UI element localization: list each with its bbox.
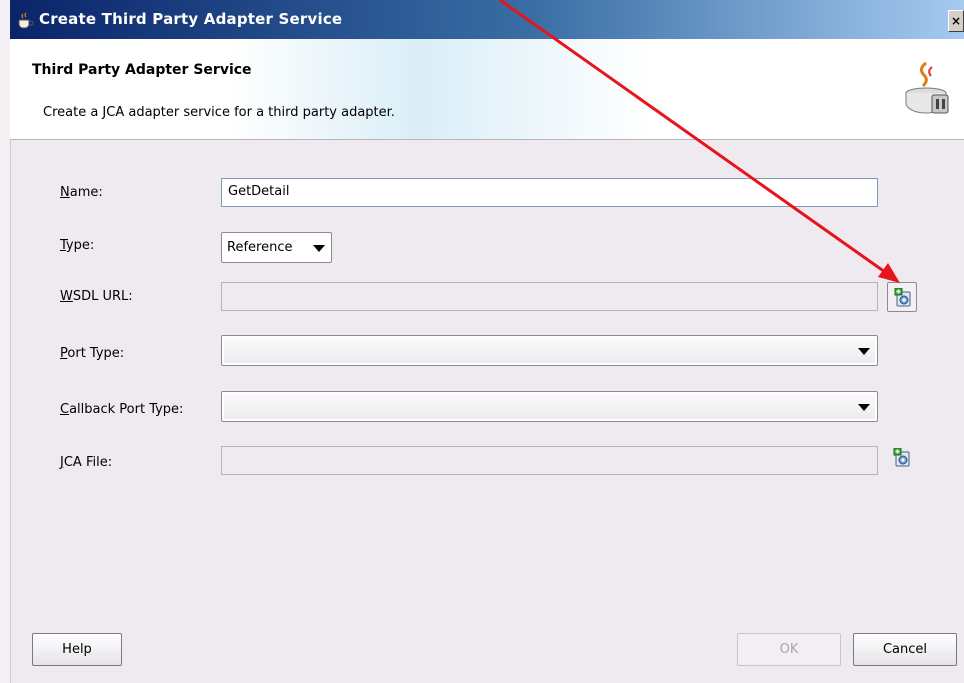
cancel-button[interactable]: Cancel [853,633,957,666]
coffee-cup-icon [18,12,34,29]
browse-add-icon [893,448,910,467]
close-button[interactable]: × [948,10,964,32]
create-third-party-adapter-dialog: Create Third Party Adapter Service × Thi… [0,0,964,683]
jca-file-field [221,446,878,475]
wsdl-url-label: WSDL URL: [60,289,133,304]
port-type-label: Port Type: [60,346,125,361]
help-button[interactable]: Help [32,633,122,666]
annotation-arrow-head [878,263,900,283]
title-bar[interactable]: Create Third Party Adapter Service × [10,0,964,39]
type-select-value: Reference [227,240,293,255]
jca-file-label: JCA File: [60,455,113,470]
jca-browse-button[interactable] [887,443,917,473]
callback-port-type-label: Callback Port Type: [60,402,184,417]
header-title: Third Party Adapter Service [32,62,252,78]
wsdl-url-field [221,282,878,311]
type-select[interactable]: Reference [221,232,332,263]
header-banner: Third Party Adapter Service Create a JCA… [10,39,964,140]
port-type-select[interactable] [221,335,878,366]
chevron-down-icon [858,348,870,355]
header-description: Create a JCA adapter service for a third… [43,105,395,120]
ok-button[interactable]: OK [737,633,841,666]
wsdl-browse-button[interactable] [887,282,917,312]
header-decoration [230,39,650,139]
name-input-value: GetDetail [228,184,290,199]
chevron-down-icon [858,404,870,411]
type-label: Type: [60,238,95,253]
browse-add-icon [894,288,911,307]
callback-port-type-select[interactable] [221,391,878,422]
window-title: Create Third Party Adapter Service [39,10,343,28]
chevron-down-icon [313,245,325,252]
coffee-cup-plug-icon [905,61,949,114]
callback-port-type-select-body [224,394,875,419]
port-type-select-body [224,338,875,363]
name-label: Name: [60,185,103,200]
name-input[interactable]: GetDetail [221,178,878,207]
